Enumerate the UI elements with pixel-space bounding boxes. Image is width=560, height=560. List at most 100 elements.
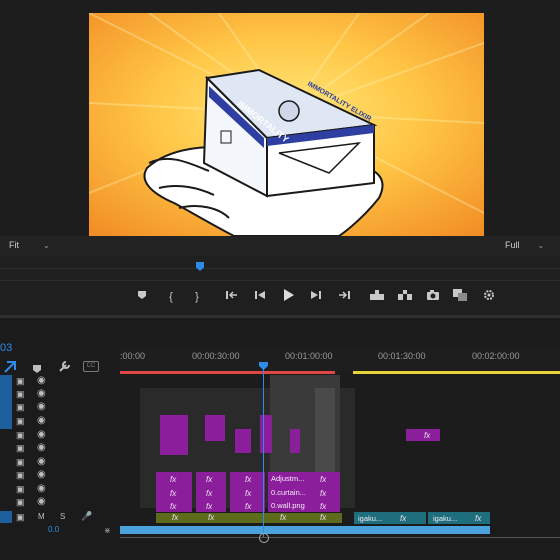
fx-badge: fx bbox=[320, 489, 327, 498]
eye-icon[interactable]: ◉ bbox=[37, 442, 46, 453]
timeline-ruler[interactable]: :00:00 00:00:30:00 00:01:00:00 00:01:30:… bbox=[120, 348, 560, 374]
timecode-1: 00:00:30:00 bbox=[192, 351, 240, 361]
chevron-down-icon: ⌄ bbox=[43, 240, 50, 250]
playhead-line[interactable] bbox=[263, 362, 264, 538]
film-icon[interactable]: ▣ bbox=[16, 484, 25, 495]
eye-icon[interactable]: ◉ bbox=[37, 401, 46, 412]
solo-button[interactable]: S bbox=[60, 512, 65, 521]
video-clip[interactable] bbox=[160, 415, 188, 455]
fx-badge: fx bbox=[320, 475, 327, 484]
eye-icon[interactable]: ◉ bbox=[37, 388, 46, 399]
zoom-level-dropdown[interactable]: Fit ⌄ bbox=[9, 240, 50, 250]
monitor-time-ruler[interactable] bbox=[0, 256, 560, 281]
play-icon[interactable] bbox=[280, 289, 296, 305]
clip-label-igaku-2: igaku... bbox=[433, 514, 458, 523]
step-back-icon[interactable] bbox=[252, 289, 268, 305]
film-icon[interactable]: ▣ bbox=[16, 402, 25, 413]
go-to-out-icon[interactable] bbox=[336, 289, 352, 305]
audio-clip-waveform[interactable] bbox=[120, 526, 490, 534]
render-bar-red bbox=[120, 371, 335, 374]
audio-track-header: ▣ M S 🎤 bbox=[0, 511, 120, 524]
video-clip[interactable] bbox=[205, 415, 225, 441]
extract-icon[interactable] bbox=[397, 289, 413, 305]
video-track-header: ▣ ◉ bbox=[0, 388, 120, 401]
film-icon[interactable]: ▣ bbox=[16, 389, 25, 400]
timecode-4: 00:02:00:00 bbox=[472, 351, 520, 361]
film-icon[interactable]: ▣ bbox=[16, 376, 25, 387]
mark-out-icon[interactable]: } bbox=[189, 289, 205, 305]
captions-icon[interactable]: CC bbox=[83, 361, 99, 372]
render-bar-gap bbox=[335, 371, 353, 374]
film-icon[interactable]: ▣ bbox=[16, 416, 25, 427]
step-forward-icon[interactable] bbox=[308, 289, 324, 305]
fx-badge: fx bbox=[400, 514, 407, 523]
fx-badge: fx bbox=[245, 502, 252, 511]
marker-icon[interactable] bbox=[32, 361, 42, 373]
settings-icon[interactable] bbox=[481, 289, 497, 305]
video-clip[interactable] bbox=[156, 513, 342, 523]
zoom-level-value: Fit bbox=[9, 240, 19, 250]
resolution-value: Full bbox=[505, 240, 520, 250]
wrench-icon[interactable] bbox=[58, 360, 70, 372]
timeline-horizontal-scrollbar[interactable] bbox=[120, 537, 560, 538]
fx-badge: fx bbox=[172, 513, 179, 522]
fx-badge: fx bbox=[280, 513, 287, 522]
film-icon[interactable]: ▣ bbox=[16, 443, 25, 454]
fx-badge: fx bbox=[245, 489, 252, 498]
audio-volume-value[interactable]: 0.0 bbox=[48, 525, 59, 534]
fx-badge: fx bbox=[320, 513, 327, 522]
lift-icon[interactable] bbox=[369, 289, 385, 305]
video-clip[interactable] bbox=[290, 429, 300, 453]
fx-badge: fx bbox=[170, 475, 177, 484]
film-icon[interactable]: ▣ bbox=[16, 457, 25, 468]
fx-badge: fx bbox=[206, 502, 213, 511]
resolution-dropdown[interactable]: Full ⌄ bbox=[505, 240, 544, 250]
film-icon[interactable]: ▣ bbox=[16, 497, 25, 508]
zoom-scroll-handle[interactable] bbox=[259, 533, 269, 543]
clip-label-wall: 0.wall.png bbox=[271, 501, 305, 510]
video-track-header: ▣ ◉ bbox=[0, 496, 120, 509]
video-clip[interactable] bbox=[235, 429, 251, 453]
sequence-tab-label[interactable]: 03 bbox=[0, 342, 12, 354]
video-track-header: ▣ ◉ bbox=[0, 429, 120, 442]
eye-icon[interactable]: ◉ bbox=[37, 456, 46, 467]
fx-clip[interactable] bbox=[406, 429, 440, 441]
timecode-0: :00:00 bbox=[120, 351, 146, 361]
monitor-controls-bar: Fit ⌄ Full ⌄ bbox=[0, 236, 560, 256]
mark-in-icon[interactable]: { bbox=[163, 289, 179, 305]
export-frame-icon[interactable] bbox=[425, 289, 441, 305]
fx-badge: fx bbox=[475, 514, 482, 523]
video-clip[interactable] bbox=[260, 415, 272, 453]
fx-badge: fx bbox=[206, 489, 213, 498]
video-track-header: ▣ ◉ bbox=[0, 401, 120, 414]
marker-icon[interactable] bbox=[134, 289, 150, 305]
eye-icon[interactable]: ◉ bbox=[37, 415, 46, 426]
go-to-in-icon[interactable] bbox=[224, 289, 240, 305]
eye-icon[interactable]: ◉ bbox=[37, 469, 46, 480]
microphone-icon[interactable]: 🎤 bbox=[81, 511, 92, 522]
film-icon[interactable]: ▣ bbox=[16, 430, 25, 441]
playhead-marker[interactable] bbox=[196, 262, 204, 271]
ruler-line bbox=[0, 268, 560, 269]
clip-label-curtain: 0.curtain... bbox=[271, 488, 307, 497]
eye-icon[interactable]: ◉ bbox=[37, 496, 46, 507]
fx-badge: fx bbox=[206, 475, 213, 484]
snap-icon[interactable] bbox=[4, 360, 16, 373]
film-icon[interactable]: ▣ bbox=[16, 470, 25, 481]
eye-icon[interactable]: ◉ bbox=[37, 375, 46, 386]
film-icon[interactable]: ▣ bbox=[16, 512, 25, 523]
fx-badge: fx bbox=[320, 502, 327, 511]
comparison-view-icon[interactable] bbox=[452, 289, 468, 305]
eye-icon[interactable]: ◉ bbox=[37, 483, 46, 494]
clip-label-adjustment: Adjustm... bbox=[271, 474, 305, 483]
video-track-header: ▣ ◉ bbox=[0, 483, 120, 496]
video-track-header: ▣ ◉ bbox=[0, 456, 120, 469]
fx-badge: fx bbox=[424, 431, 431, 440]
eye-icon[interactable]: ◉ bbox=[37, 429, 46, 440]
resize-handle-icon[interactable]: ⋇ bbox=[104, 526, 111, 535]
program-monitor: IMMORTALITY IMMORTALITY ELIXIR bbox=[0, 0, 560, 236]
mute-button[interactable]: M bbox=[38, 512, 45, 521]
fx-badge: fx bbox=[208, 513, 215, 522]
video-track-header: ▣ ◉ bbox=[0, 469, 120, 482]
timecode-3: 00:01:30:00 bbox=[378, 351, 426, 361]
